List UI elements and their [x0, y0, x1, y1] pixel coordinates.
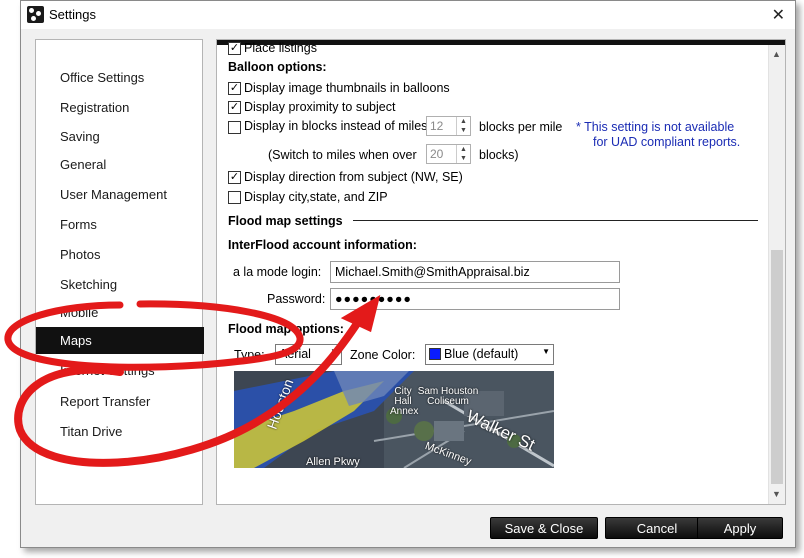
close-icon[interactable]: ✕	[772, 5, 785, 25]
sidebar-item-office-settings[interactable]: Office Settings	[60, 70, 144, 85]
title-bar: Settings ✕	[21, 1, 795, 29]
flood-map-options-heading: Flood map options:	[228, 322, 344, 336]
scrollbar-thumb[interactable]	[771, 250, 783, 484]
switch-blocks-value: 20	[430, 147, 444, 161]
sidebar-item-registration[interactable]: Registration	[60, 100, 129, 115]
app-logo-icon	[27, 6, 44, 23]
sidebar-item-general[interactable]: General	[60, 157, 106, 172]
uad-note-line1: * This setting is not available	[576, 120, 735, 134]
maps-settings-panel: ✓ Place listings Balloon options: ✓ Disp…	[216, 39, 786, 505]
sidebar-item-photos[interactable]: Photos	[60, 247, 100, 262]
sidebar-item-forms[interactable]: Forms	[60, 217, 97, 232]
login-label: a la mode login:	[233, 265, 322, 279]
zone-color-label: Zone Color:	[350, 348, 416, 362]
proximity-label: Display proximity to subject	[244, 100, 396, 114]
settings-window: Settings ✕ Office Settings Registration …	[20, 0, 796, 548]
switch-blocks-unit: blocks)	[479, 148, 519, 162]
login-input[interactable]: Michael.Smith@SmithAppraisal.biz	[330, 261, 620, 283]
blocks-per-mile-label: blocks per mile	[479, 120, 563, 134]
blocks-per-mile-value: 12	[430, 119, 444, 133]
type-value: Aerial	[279, 347, 311, 361]
sidebar-item-user-management[interactable]: User Management	[60, 187, 167, 202]
cancel-button[interactable]: Cancel	[605, 517, 709, 539]
stepper-arrows-icon[interactable]: ▲ ▼	[456, 145, 470, 163]
sidebar-item-titan-drive[interactable]: Titan Drive	[60, 424, 122, 439]
blocks-label: Display in blocks instead of miles	[244, 119, 428, 133]
scroll-down-icon[interactable]: ▼	[772, 489, 781, 499]
thumbnails-checkbox[interactable]: ✓	[228, 82, 241, 95]
zone-color-dropdown[interactable]: Blue (default) ▼	[425, 344, 554, 365]
section-divider	[353, 220, 758, 221]
scroll-up-icon[interactable]: ▲	[772, 49, 781, 59]
apply-button[interactable]: Apply	[697, 517, 783, 539]
map-label-city-hall: City Hall Annex	[390, 386, 419, 417]
sidebar-item-maps[interactable]: Maps	[36, 327, 204, 354]
thumbnails-label: Display image thumbnails in balloons	[244, 81, 450, 95]
flood-map-preview[interactable]: Houston City Hall Annex Sam Houston Coli…	[234, 371, 554, 468]
save-close-button[interactable]: Save & Close	[490, 517, 598, 539]
map-label-allen: Allen Pkwy	[306, 456, 360, 468]
direction-label: Display direction from subject (NW, SE)	[244, 170, 463, 184]
chevron-down-icon: ▼	[330, 347, 338, 356]
blocks-per-mile-stepper[interactable]: 12 ▲ ▼	[426, 116, 471, 136]
panel-scrollbar[interactable]: ▲ ▼	[768, 45, 785, 504]
map-label-coliseum: Sam Houston Coliseum	[417, 386, 479, 407]
zone-color-value: Blue (default)	[444, 347, 519, 361]
color-swatch	[429, 348, 441, 360]
direction-checkbox[interactable]: ✓	[228, 171, 241, 184]
proximity-checkbox[interactable]: ✓	[228, 101, 241, 114]
sidebar-item-mobile[interactable]: Mobile	[60, 305, 98, 320]
city-state-zip-checkbox[interactable]	[228, 191, 241, 204]
balloon-options-heading: Balloon options:	[228, 60, 327, 74]
password-label: Password:	[267, 292, 326, 306]
blocks-checkbox[interactable]	[228, 121, 241, 134]
place-listings-label: Place listings	[244, 41, 317, 55]
switch-blocks-stepper[interactable]: 20 ▲ ▼	[426, 144, 471, 164]
sidebar-item-sketching[interactable]: Sketching	[60, 277, 117, 292]
password-input[interactable]: ●●●●●●●●●	[330, 288, 620, 310]
type-label: Type:	[234, 348, 265, 362]
place-listings-checkbox[interactable]: ✓	[228, 42, 241, 55]
stepper-arrows-icon[interactable]: ▲ ▼	[456, 117, 470, 135]
window-title: Settings	[49, 7, 96, 22]
type-dropdown[interactable]: Aerial ▼	[275, 344, 342, 365]
switch-miles-label: (Switch to miles when over	[268, 148, 417, 162]
sidebar-item-report-transfer[interactable]: Report Transfer	[60, 394, 150, 409]
flood-map-settings-heading: Flood map settings	[228, 214, 343, 228]
uad-note-line2: for UAD compliant reports.	[593, 135, 741, 149]
settings-sidebar: Office Settings Registration Saving Gene…	[35, 39, 204, 505]
sidebar-item-saving[interactable]: Saving	[60, 129, 100, 144]
city-state-zip-label: Display city,state, and ZIP	[244, 190, 388, 204]
chevron-down-icon: ▼	[542, 347, 550, 356]
interflood-heading: InterFlood account information:	[228, 238, 417, 252]
sidebar-item-internet-settings[interactable]: Internet Settings	[60, 363, 155, 378]
